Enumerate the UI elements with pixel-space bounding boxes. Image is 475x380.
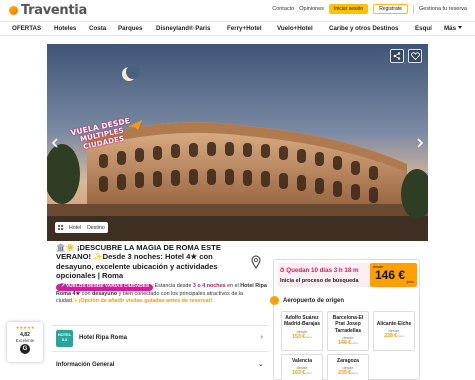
prev-arrow-icon[interactable] <box>51 138 59 148</box>
top-links: Contacto Opiniones Iniciar sesión Regist… <box>272 4 467 14</box>
map-pin-icon[interactable] <box>251 255 261 269</box>
hotel-score-badge: HOTEL 8.3 <box>56 329 73 347</box>
nav-item-ferry-hotel[interactable]: Ferry+Hotel <box>227 25 262 32</box>
airport-name: Barcelona-El Prat Josep Tarradellas <box>332 315 364 334</box>
airport-name: Adolfo Suárez Madrid-Barajas <box>283 315 321 328</box>
countdown-box: Quedan 10 días 3 h 18 m Inicia el proces… <box>277 263 371 287</box>
airport-option[interactable]: Zaragoza desde 235 €/pers <box>327 354 369 380</box>
airport-price: 163 €/pers <box>282 370 322 376</box>
airport-name: Valencia <box>291 358 312 364</box>
airport-heading: Aeropuerto de origen <box>270 296 345 305</box>
airport-price-unit: /pers <box>351 341 358 346</box>
divider <box>413 4 414 14</box>
favorite-button[interactable] <box>408 49 422 63</box>
google-logo-icon: G <box>20 344 30 354</box>
airport-option[interactable]: Barcelona-El Prat Josep Tarradellas desd… <box>327 311 369 351</box>
nav-item-hoteles[interactable]: Hoteles <box>54 25 76 32</box>
hotel-name: Hotel Ripa Roma <box>79 335 128 341</box>
nav-item-disneyland[interactable]: Disneyland® Paris <box>156 25 210 32</box>
rating-widget[interactable]: ★★★★★ 4,82 Excelente G <box>7 322 43 362</box>
share-button[interactable] <box>390 49 404 63</box>
airport-price: 153 €/pers <box>282 334 322 340</box>
airport-price-value: 163 € <box>292 370 306 377</box>
divider <box>51 325 269 326</box>
offer-title: 🏛️☀️ ¡DESCUBRE LA MAGIA DE ROMA ESTE VER… <box>56 243 221 281</box>
nav-item-vuelo-hotel[interactable]: Vuelo+Hotel <box>277 25 313 32</box>
nav-item-ofertas[interactable]: OFERTAS <box>12 25 41 32</box>
hero-gallery[interactable]: VUELA DESDE MÚLTIPLES CIUDADES Hotel Des… <box>47 44 428 241</box>
booking-panel: Quedan 10 días 3 h 18 m Inicia el proces… <box>270 259 420 380</box>
opinions-link[interactable]: Opiniones <box>299 6 324 12</box>
price-value: 146 € <box>375 268 406 282</box>
start-search-label: Inicia el proceso de búsqueda <box>280 278 359 284</box>
register-button[interactable]: Registrate <box>373 4 408 14</box>
brand-logo[interactable]: Traventia <box>8 2 87 19</box>
airplane-icon <box>128 120 142 130</box>
info-text-3: con <box>80 290 92 297</box>
next-arrow-icon[interactable] <box>416 138 424 148</box>
share-icon <box>393 52 401 60</box>
airport-name: Zaragoza <box>337 358 359 364</box>
airport-price: 228 €/pers <box>374 333 414 339</box>
airport-name: Alicante-Elche <box>376 321 412 327</box>
price-box: desde 146 € /pers <box>370 263 417 287</box>
airport-price-unit: /pers <box>397 334 404 339</box>
top-header: Traventia Contacto Opiniones Iniciar ses… <box>0 0 475 21</box>
info-text-2: en el <box>225 283 241 289</box>
info-nights: 3 o 4 noches <box>192 283 226 289</box>
nav-item-parques[interactable]: Parques <box>118 25 142 32</box>
airport-price-unit: /pers <box>351 371 358 376</box>
offer-description: ✈️VUELOS DESDE VARIAS CIUDADES Estancia … <box>56 283 268 305</box>
airport-price-value: 228 € <box>384 333 398 340</box>
main-nav: OFERTAS Hoteles Costa Parques Disneyland… <box>0 21 475 36</box>
airport-price-value: 153 € <box>292 333 306 340</box>
info-option: ✨¡Opción de añadir visitas guiadas antes… <box>71 297 213 304</box>
price-unit: /pers <box>406 280 414 284</box>
airport-price-value: 235 € <box>338 370 352 377</box>
tab-destino[interactable]: Destino <box>87 225 105 231</box>
brand-name: Traventia <box>21 3 87 18</box>
airport-price-value: 146 € <box>338 340 352 347</box>
hero-tabs: Hotel Destino <box>55 222 108 233</box>
airport-price: 146 €/pers <box>328 340 368 346</box>
nav-item-mas[interactable]: Más <box>444 25 462 32</box>
tab-hotel[interactable]: Hotel <box>69 225 81 231</box>
hotel-section[interactable]: HOTEL 8.3 Hotel Ripa Roma › <box>51 327 269 349</box>
nav-item-costa[interactable]: Costa <box>89 25 106 32</box>
airport-price: 235 €/pers <box>328 370 368 376</box>
gallery-grid-icon[interactable] <box>58 225 63 230</box>
heart-icon <box>410 52 420 60</box>
info-text-1: Estancia desde <box>153 283 193 289</box>
general-info-heading[interactable]: Información General <box>56 362 114 368</box>
airport-price-unit: /pers <box>305 371 312 376</box>
divider <box>51 351 269 352</box>
logo-icon <box>8 4 20 18</box>
nav-item-esqui[interactable]: Esquí <box>415 25 432 32</box>
chevron-down-icon[interactable]: ⌄ <box>258 360 264 368</box>
contact-link[interactable]: Contacto <box>272 6 294 12</box>
chevron-right-icon: › <box>260 334 263 341</box>
countdown-timer: Quedan 10 días 3 h 18 m <box>280 267 358 275</box>
nav-item-caribe[interactable]: Caribe y otros Destinos <box>329 25 398 32</box>
airport-option[interactable]: Valencia desde 163 €/pers <box>281 354 323 380</box>
step-dot-icon <box>270 296 279 305</box>
airport-option[interactable]: Alicante-Elche desde 228 €/pers <box>373 311 415 351</box>
rating-stars: ★★★★★ <box>15 325 35 330</box>
airport-price-unit: /pers <box>305 334 312 339</box>
airport-heading-label: Aeropuerto de origen <box>283 297 345 304</box>
rating-label: Excelente <box>15 338 35 343</box>
login-button[interactable]: Iniciar sesión <box>329 4 369 14</box>
airport-option[interactable]: Adolfo Suárez Madrid-Barajas desde 153 €… <box>281 311 323 351</box>
manage-booking-link[interactable]: Gestiona tu reserva <box>419 6 467 12</box>
info-breakfast: desayuno <box>92 290 118 297</box>
